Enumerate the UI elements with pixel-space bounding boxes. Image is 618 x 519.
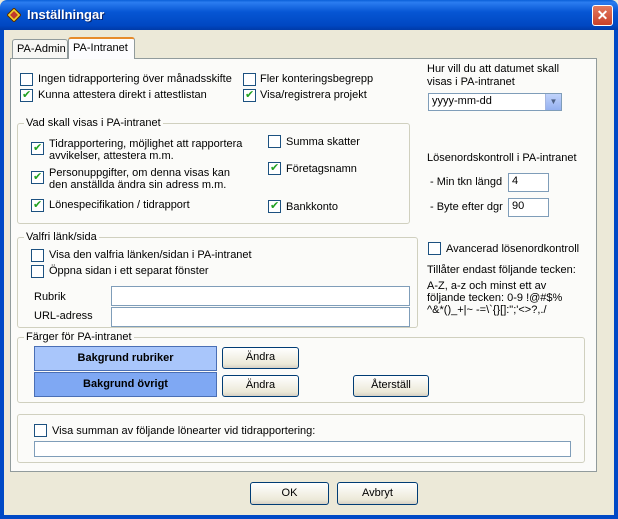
title-field-label: Rubrik bbox=[34, 291, 66, 303]
date-format-question: Hur vill du att datumet skall visas i PA… bbox=[427, 63, 560, 88]
salary-types-checkbox[interactable] bbox=[34, 424, 47, 437]
change-after-input[interactable]: 90 bbox=[508, 198, 549, 217]
change-header-bg-button[interactable]: Ändra bbox=[222, 347, 299, 369]
url-field-label: URL-adress bbox=[34, 310, 93, 322]
no-timereport-label: Ingen tidrapportering över månadsskifte bbox=[38, 73, 232, 85]
salary-types-input[interactable] bbox=[34, 441, 571, 457]
window-border-left bbox=[0, 30, 4, 519]
close-button[interactable]: ✕ bbox=[592, 5, 613, 26]
advanced-password-checkbox[interactable] bbox=[428, 242, 441, 255]
date-format-select[interactable]: yyyy-mm-dd ▼ bbox=[428, 93, 562, 111]
payslip-checkbox[interactable] bbox=[31, 198, 44, 212]
min-length-input[interactable]: 4 bbox=[508, 173, 549, 192]
show-link-checkbox[interactable] bbox=[31, 249, 44, 262]
window-border-bottom bbox=[0, 515, 618, 519]
payslip-label: Lönespecifikation / tidrapport bbox=[49, 199, 190, 211]
tab-pa-intranet[interactable]: PA-Intranet bbox=[68, 37, 135, 59]
show-group-legend: Vad skall visas i PA-intranet bbox=[24, 117, 163, 129]
no-timereport-checkbox[interactable] bbox=[20, 73, 33, 86]
more-accounting-checkbox[interactable] bbox=[243, 73, 256, 86]
link-group-legend: Valfri länk/sida bbox=[24, 231, 99, 243]
colors-group-legend: Färger för PA-intranet bbox=[24, 331, 134, 343]
open-separate-checkbox[interactable] bbox=[31, 265, 44, 278]
show-link-label: Visa den valfria länken/sidan i PA-intra… bbox=[49, 249, 252, 261]
header-bg-swatch: Bakgrund rubriker bbox=[34, 346, 217, 371]
attest-direct-label: Kunna attestera direkt i attestlistan bbox=[38, 89, 207, 101]
reset-colors-button[interactable]: Återställ bbox=[353, 375, 429, 397]
change-after-label: - Byte efter dgr bbox=[430, 201, 503, 213]
more-accounting-label: Fler konteringsbegrepp bbox=[260, 73, 374, 85]
timereport-label: Tidrapportering, möjlighet att rapporter… bbox=[49, 138, 243, 162]
salary-types-label: Visa summan av följande lönearter vid ti… bbox=[52, 425, 316, 437]
tax-sum-label: Summa skatter bbox=[286, 136, 360, 148]
allowed-chars-heading: Tillåter endast följande tecken: bbox=[427, 264, 576, 276]
url-field-input[interactable] bbox=[111, 307, 410, 327]
attest-direct-checkbox[interactable] bbox=[20, 88, 33, 102]
chevron-down-icon[interactable]: ▼ bbox=[545, 94, 561, 110]
cancel-button[interactable]: Avbryt bbox=[337, 482, 418, 505]
tax-sum-checkbox[interactable] bbox=[268, 135, 281, 148]
advanced-password-label: Avancerad lösenordkontroll bbox=[446, 243, 580, 255]
password-heading: Lösenordskontroll i PA-intranet bbox=[427, 152, 577, 164]
company-label: Företagsnamn bbox=[286, 163, 357, 175]
company-checkbox[interactable] bbox=[268, 161, 281, 175]
timereport-checkbox[interactable] bbox=[31, 141, 44, 155]
app-icon bbox=[6, 7, 22, 23]
show-project-label: Visa/registrera projekt bbox=[260, 89, 367, 101]
change-other-bg-button[interactable]: Ändra bbox=[222, 375, 299, 397]
open-separate-label: Öppna sidan i ett separat fönster bbox=[49, 265, 209, 277]
tab-pa-admin[interactable]: PA-Admin bbox=[12, 39, 68, 59]
window-border-right bbox=[614, 30, 618, 519]
title-field-input[interactable] bbox=[111, 286, 410, 306]
ok-button[interactable]: OK bbox=[250, 482, 329, 505]
min-length-label: - Min tkn längd bbox=[430, 176, 503, 188]
allowed-chars-rules: A-Z, a-z och minst ett av följande tecke… bbox=[427, 280, 563, 316]
show-project-checkbox[interactable] bbox=[243, 88, 256, 102]
bank-label: Bankkonto bbox=[286, 201, 338, 213]
window-title: Inställningar bbox=[27, 7, 105, 22]
personal-checkbox[interactable] bbox=[31, 170, 44, 184]
other-bg-swatch: Bakgrund övrigt bbox=[34, 372, 217, 397]
personal-label: Personuppgifter, om denna visas kan den … bbox=[49, 167, 231, 191]
bank-checkbox[interactable] bbox=[268, 199, 281, 213]
date-format-value: yyyy-mm-dd bbox=[432, 95, 492, 107]
